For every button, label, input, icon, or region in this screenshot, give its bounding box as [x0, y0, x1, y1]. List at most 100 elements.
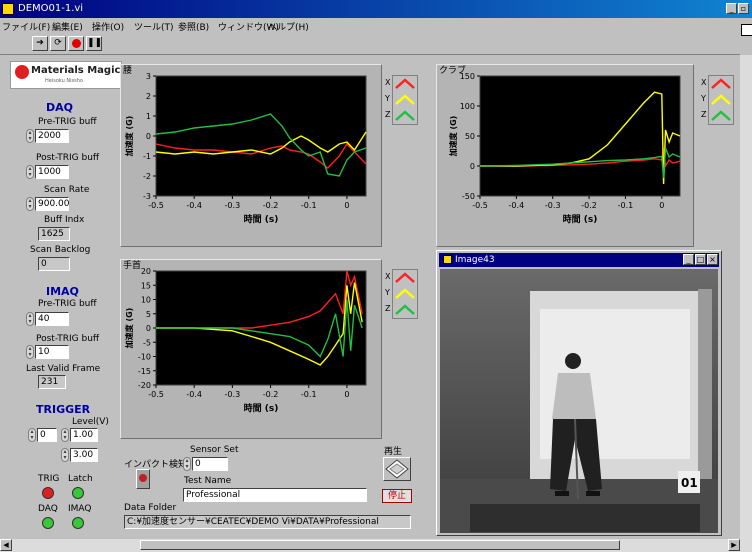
y-tick-label: -1: [143, 152, 151, 161]
brand-logo: Materials Magic Heisoku Nissho: [10, 61, 122, 89]
legend-z: Z: [385, 302, 417, 318]
image-window: Image43 _ □ × 01: [436, 250, 722, 536]
level1-input[interactable]: 1.00: [70, 428, 98, 442]
impact-detect-indicator: [136, 469, 150, 489]
stop-button[interactable]: 停止: [382, 489, 412, 503]
pause-icon[interactable]: ❚❚: [86, 36, 102, 51]
waist-legend: X Y Z: [385, 75, 418, 125]
y-tick-label: 5: [146, 310, 151, 319]
test-name-label: Test Name: [184, 476, 232, 486]
sensor-set-spinner[interactable]: ▴ ▾: [183, 457, 191, 471]
wrist-chart: 20 15 10 5 0 -5 -10 -15 -20-0.5 -0.4 -0.3 -0.2 -0.1 0…: [124, 267, 367, 414]
y-tick-label: 2: [146, 92, 151, 101]
level1-spinner[interactable]: ▴ ▾: [61, 428, 69, 442]
scroll-left-arrow-icon[interactable]: ◀: [0, 539, 12, 551]
daq-pre-trig-spinner[interactable]: ▴ ▾: [26, 129, 34, 143]
x-tick-label: -0.1: [301, 201, 317, 210]
scroll-right-arrow-icon[interactable]: ▶: [728, 539, 740, 551]
plot-area: [155, 75, 367, 197]
daq-post-trig-input[interactable]: 1000: [35, 165, 69, 179]
scan-backlog-label: Scan Backlog: [30, 245, 91, 255]
y-tick-label: 1: [146, 112, 151, 121]
trigger-channel-input[interactable]: 0: [37, 428, 57, 442]
legend-y: Y: [385, 286, 417, 302]
menu-browse[interactable]: 参照(B): [178, 20, 209, 33]
x-tick-label: -0.1: [618, 201, 634, 210]
menu-file[interactable]: ファイル(F): [2, 20, 50, 33]
run-arrow-icon[interactable]: ➔: [32, 36, 48, 51]
window-title: DEMO01-1.vi: [18, 3, 84, 14]
brand-tagline: Heisoku Nissho: [45, 78, 83, 84]
scan-rate-input[interactable]: 900.00: [35, 197, 70, 211]
toolbar: ➔ ⟳ ❚❚: [0, 34, 740, 55]
vertical-scrollbar[interactable]: [740, 55, 752, 539]
horizontal-scrollbar[interactable]: ◀ ▶: [0, 539, 752, 552]
imaq-post-trig-input[interactable]: 10: [35, 345, 69, 359]
daq-pre-trig-input[interactable]: 2000: [35, 129, 69, 143]
x-tick-label: -0.3: [225, 201, 241, 210]
x-tick-label: -0.4: [186, 390, 202, 399]
last-frame-display: 231: [38, 375, 66, 389]
x-axis-label: 時間 (s): [244, 213, 279, 225]
legend-z: Z: [385, 108, 417, 124]
y-tick-label: -20: [138, 381, 151, 390]
data-folder-label: Data Folder: [124, 503, 177, 513]
menu-edit[interactable]: 編集(E): [52, 20, 83, 33]
x-tick-label: -0.2: [263, 390, 279, 399]
x-tick-label: -0.4: [509, 201, 525, 210]
x-tick-label: -0.3: [545, 201, 561, 210]
run-continuous-icon[interactable]: ⟳: [50, 36, 66, 51]
y-tick-label: 3: [146, 72, 151, 81]
frame-number: 01: [681, 476, 698, 490]
menu-operate[interactable]: 操作(O): [92, 20, 124, 33]
image-close-button[interactable]: ×: [707, 254, 718, 265]
y-axis-label: 加速度 (G): [124, 308, 134, 350]
last-frame-label: Last Valid Frame: [26, 364, 101, 374]
trigger-channel-spinner[interactable]: ▴ ▾: [28, 428, 36, 442]
imaq-led: [72, 517, 84, 529]
image-minimize-button[interactable]: _: [683, 254, 694, 265]
x-axis-label: 時間 (s): [563, 213, 598, 225]
imaq-post-trig-spinner[interactable]: ▴ ▾: [26, 345, 34, 359]
play-button[interactable]: [383, 457, 411, 481]
imaq-pre-trig-label: Pre-TRIG buff: [38, 299, 97, 309]
golf-swing-image: 01: [440, 269, 718, 533]
daq-post-trig-spinner[interactable]: ▴ ▾: [26, 165, 34, 179]
imaq-pre-trig-input[interactable]: 40: [35, 312, 69, 326]
scroll-thumb[interactable]: [140, 540, 620, 550]
menu-tools[interactable]: ツール(T): [134, 20, 174, 33]
x-tick-label: -0.2: [263, 201, 279, 210]
x-tick-label: -0.4: [186, 201, 202, 210]
y-tick-label: 10: [141, 296, 151, 305]
legend-y: Y: [701, 92, 733, 108]
image-maximize-button[interactable]: □: [695, 254, 706, 265]
y-tick-label: -2: [143, 172, 151, 181]
sensor-set-input[interactable]: 0: [192, 457, 228, 471]
x-tick-label: 0: [344, 390, 349, 399]
vi-icon-pane: [740, 18, 752, 54]
front-panel: Materials Magic Heisoku Nissho DAQ Pre-T…: [0, 55, 740, 539]
restore-button[interactable]: ▫: [738, 3, 749, 14]
y-tick-label: -5: [143, 338, 151, 347]
image-window-titlebar: Image43 _ □ ×: [439, 253, 719, 267]
legend-x: X: [385, 270, 417, 286]
test-name-input[interactable]: Professional: [183, 488, 367, 502]
y-tick-label: 100: [460, 102, 475, 111]
x-tick-label: -0.5: [148, 201, 164, 210]
minimize-button[interactable]: _: [726, 3, 737, 14]
level2-spinner[interactable]: ▴ ▾: [61, 448, 69, 462]
scan-rate-spinner[interactable]: ▴ ▾: [26, 197, 34, 211]
vi-icon: [741, 24, 752, 36]
y-tick-label: 15: [141, 281, 151, 290]
x-tick-label: 0: [659, 201, 664, 210]
buff-indx-label: Buff Indx: [44, 215, 85, 225]
imaq-led-label: IMAQ: [68, 504, 92, 514]
latch-led: [72, 487, 84, 499]
level2-input[interactable]: 3.00: [70, 448, 98, 462]
daq-header: DAQ: [46, 101, 73, 114]
imaq-pre-trig-spinner[interactable]: ▴ ▾: [26, 312, 34, 326]
trig-led-label: TRIG: [38, 474, 60, 484]
abort-icon[interactable]: [68, 36, 84, 51]
menu-help[interactable]: ヘルプ(H): [268, 20, 309, 33]
x-tick-label: 0: [344, 201, 349, 210]
